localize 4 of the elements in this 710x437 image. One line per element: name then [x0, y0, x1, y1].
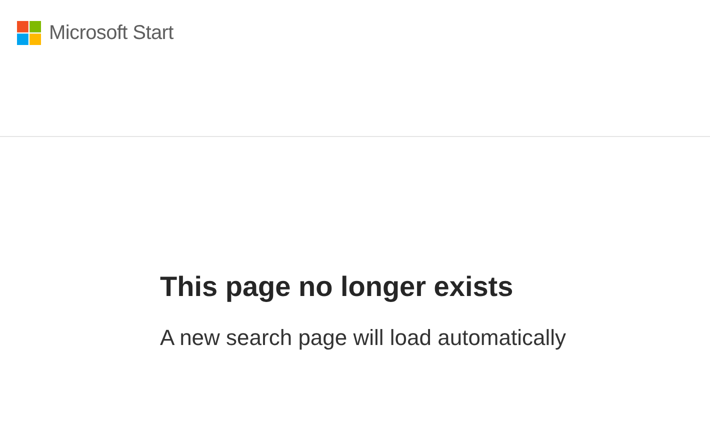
error-title: This page no longer exists: [160, 270, 514, 304]
error-message: A new search page will load automatically: [160, 324, 568, 352]
brand-name[interactable]: Microsoft Start: [49, 22, 174, 44]
windows-logo-icon: [17, 21, 41, 45]
